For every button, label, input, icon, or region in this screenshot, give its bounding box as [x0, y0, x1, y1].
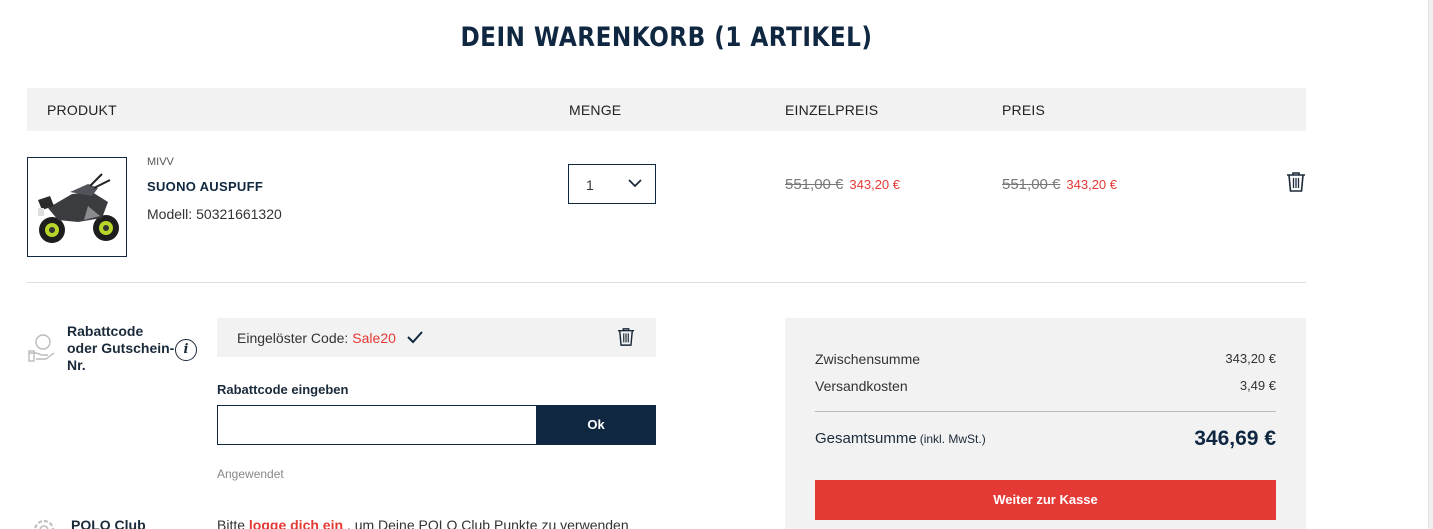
line-price: 551,00 € 343,20 € [1002, 176, 1117, 193]
product-brand: MIVV [147, 156, 174, 168]
shipping-label: Versandkosten [815, 378, 908, 394]
checkout-button[interactable]: Weiter zur Kasse [815, 480, 1276, 520]
redeemed-code-text: Eingelöster Code: Sale20 [237, 330, 396, 346]
code-status: Angewendet [217, 467, 284, 481]
header-price: PREIS [1002, 102, 1046, 118]
code-input-label: Rabattcode eingeben [217, 382, 349, 397]
quantity-select[interactable]: 1 [568, 164, 656, 204]
quantity-value: 1 [586, 177, 594, 193]
polo-club-label: POLO Club [71, 517, 146, 529]
header-unit-price: EINZELPREIS [785, 102, 879, 118]
model-label: Modell: [147, 206, 193, 222]
header-product: PRODUKT [47, 102, 117, 118]
line-price-old: 551,00 € [1002, 176, 1061, 193]
line-price-new: 343,20 € [1066, 177, 1117, 192]
order-summary: Zwischensumme 343,20 € Versandkosten 3,4… [785, 318, 1306, 529]
summary-divider [815, 411, 1276, 412]
shipping-row: Versandkosten 3,49 € [815, 378, 1276, 394]
cart-item-row: MIVV SUONO AUSPUFF Modell: 50321661320 1 … [27, 132, 1306, 283]
product-image[interactable] [27, 157, 127, 257]
shipping-value: 3,49 € [1239, 378, 1276, 393]
login-link[interactable]: logge dich ein [249, 517, 343, 529]
apply-code-button[interactable]: Ok [536, 405, 656, 445]
trash-icon [1287, 172, 1305, 192]
gear-icon [32, 518, 56, 529]
product-model: Modell: 50321661320 [147, 206, 282, 222]
model-number: 50321661320 [196, 206, 282, 222]
subtotal-label: Zwischensumme [815, 351, 921, 367]
redeemed-code-box: Eingelöster Code: Sale20 [217, 318, 656, 357]
polo-club-text: Bitte logge dich ein , um Deine POLO Clu… [217, 517, 629, 529]
polo-text-before: Bitte [217, 517, 249, 529]
unit-price: 551,00 € 343,20 € [785, 176, 900, 193]
remove-item-button[interactable] [1286, 171, 1306, 198]
info-icon[interactable]: i [175, 339, 197, 361]
scrollbar[interactable] [1428, 0, 1433, 529]
total-label-text: Gesamtsumme [815, 430, 917, 447]
product-name[interactable]: SUONO AUSPUFF [147, 179, 263, 194]
redeemed-code-value: Sale20 [352, 330, 396, 346]
redeemed-code-label: Eingelöster Code: [237, 330, 349, 346]
total-label: Gesamtsumme (inkl. MwSt.) [815, 430, 986, 447]
header-quantity: MENGE [569, 102, 622, 118]
discount-hand-icon [28, 333, 56, 368]
trash-icon [617, 328, 635, 346]
check-icon [407, 330, 423, 349]
total-value: 346,69 € [1194, 427, 1276, 450]
subtotal-row: Zwischensumme 343,20 € [815, 351, 1276, 367]
total-note: (inkl. MwSt.) [919, 432, 986, 446]
motorcycle-image [28, 158, 126, 256]
subtotal-value: 343,20 € [1225, 351, 1276, 366]
page-title: DEIN WARENKORB (1 ARTIKEL) [460, 22, 873, 53]
remove-code-button[interactable] [617, 327, 635, 352]
unit-price-old: 551,00 € [785, 176, 844, 193]
polo-text-after: , um Deine POLO Club Punkte zu verwenden [343, 517, 629, 529]
cart-table-header: PRODUKT MENGE EINZELPREIS PREIS [27, 88, 1306, 131]
discount-code-input[interactable] [217, 405, 537, 445]
unit-price-new: 343,20 € [849, 177, 900, 192]
discount-label: Rabattcode oder Gutschein-Nr. [67, 323, 175, 373]
chevron-down-icon [627, 175, 643, 196]
